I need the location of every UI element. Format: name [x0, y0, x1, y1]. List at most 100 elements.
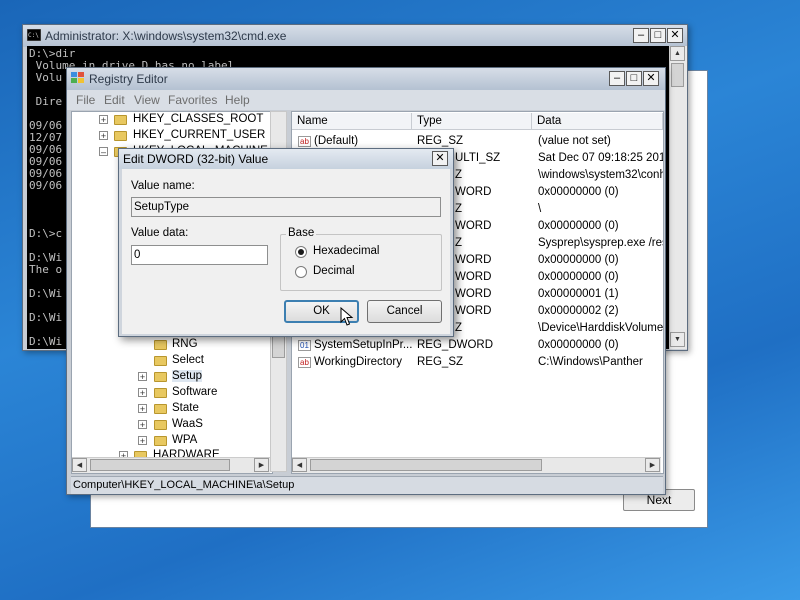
- value-data-field[interactable]: 0: [131, 245, 268, 265]
- close-icon[interactable]: ✕: [432, 151, 448, 166]
- list-hscroll-thumb[interactable]: [310, 459, 542, 471]
- cmd-scroll-thumb[interactable]: [671, 63, 684, 87]
- folder-icon: [154, 404, 167, 414]
- value-type-cell: ULTI_SZ: [455, 152, 501, 164]
- console-line: Dire: [29, 95, 63, 108]
- scroll-left-icon[interactable]: ◀: [292, 458, 307, 472]
- tree-item-rng[interactable]: RNG: [172, 338, 198, 350]
- mouse-cursor-icon: [340, 307, 354, 326]
- expand-icon[interactable]: +: [138, 420, 147, 430]
- hexadecimal-label[interactable]: Hexadecimal: [313, 245, 379, 257]
- tree-hscroll-thumb[interactable]: [90, 459, 230, 471]
- console-line: D:\Wi: [29, 335, 63, 348]
- scroll-left-icon[interactable]: ◀: [72, 458, 87, 472]
- console-line: Volu: [29, 71, 63, 84]
- string-value-icon: ab: [298, 136, 311, 147]
- scroll-down-icon[interactable]: ▼: [670, 332, 685, 347]
- console-line: 09/06: [29, 179, 63, 192]
- collapse-icon[interactable]: –: [99, 147, 108, 157]
- tree-item-hkcr[interactable]: HKEY_CLASSES_ROOT: [133, 113, 263, 125]
- folder-icon: [154, 436, 167, 446]
- value-type-cell: WORD: [455, 254, 492, 266]
- value-type-cell: REG_DWORD: [417, 339, 494, 351]
- minimize-icon[interactable]: –: [633, 28, 649, 43]
- hexadecimal-radio[interactable]: [295, 246, 307, 258]
- close-icon[interactable]: ✕: [667, 28, 683, 43]
- expand-icon[interactable]: +: [138, 388, 147, 398]
- cmd-icon: C:\: [27, 29, 41, 41]
- value-type-cell: WORD: [455, 186, 492, 198]
- folder-icon: [154, 420, 167, 430]
- folder-icon: [114, 115, 127, 125]
- dword-value-icon: 01: [298, 340, 311, 351]
- cmd-title-bar[interactable]: C:\ Administrator: X:\windows\system32\c…: [23, 25, 687, 47]
- base-groupbox: [280, 234, 442, 291]
- tree-item-software[interactable]: Software: [172, 386, 217, 398]
- value-type-cell: Z: [455, 169, 463, 181]
- status-bar: Computer\HKEY_LOCAL_MACHINE\a\Setup: [71, 476, 663, 494]
- menu-view[interactable]: View: [134, 93, 160, 107]
- expand-icon[interactable]: +: [138, 404, 147, 414]
- tree-item-state[interactable]: State: [172, 402, 199, 414]
- scroll-right-icon[interactable]: ▶: [254, 458, 269, 472]
- column-header-type[interactable]: Type: [412, 113, 532, 130]
- cancel-button[interactable]: Cancel: [367, 300, 442, 323]
- value-data-cell: (value not set): [538, 135, 611, 147]
- menu-favorites[interactable]: Favorites: [168, 93, 217, 107]
- dialog-title-bar[interactable]: Edit DWORD (32-bit) Value ✕: [119, 149, 453, 169]
- tree-item-hkcu[interactable]: HKEY_CURRENT_USER: [133, 129, 265, 141]
- tree-item-wpa[interactable]: WPA: [172, 434, 197, 446]
- dialog-body: Value name: SetupType Value data: 0 Base…: [122, 169, 450, 334]
- tree-item-setup[interactable]: Setup: [172, 370, 203, 382]
- value-data-cell: Sysprep\sysprep.exe /res: [538, 237, 664, 249]
- console-line: D:\>c: [29, 227, 63, 240]
- decimal-label[interactable]: Decimal: [313, 265, 355, 277]
- cmd-scrollbar[interactable]: ▲ ▼: [669, 46, 687, 349]
- value-type-cell: Z: [455, 322, 463, 334]
- folder-icon: [154, 388, 167, 398]
- column-header-data[interactable]: Data: [532, 113, 663, 130]
- column-header-name[interactable]: Name: [292, 113, 412, 130]
- menu-help[interactable]: Help: [225, 93, 250, 107]
- registry-title-bar[interactable]: Registry Editor – □ ✕: [67, 68, 665, 90]
- maximize-icon[interactable]: □: [650, 28, 666, 43]
- value-data-cell: C:\Windows\Panther: [538, 356, 643, 368]
- scroll-right-icon[interactable]: ▶: [645, 458, 660, 472]
- list-hscrollbar[interactable]: ◀ ▶: [292, 457, 661, 473]
- menu-edit[interactable]: Edit: [104, 93, 125, 107]
- string-value-icon: ab: [298, 357, 311, 368]
- value-type-cell: REG_SZ: [417, 135, 464, 147]
- folder-icon: [154, 356, 167, 366]
- tree-item-select[interactable]: Select: [172, 354, 204, 366]
- value-name-field[interactable]: SetupType: [131, 197, 441, 217]
- svg-text:C:\: C:\: [28, 32, 39, 39]
- close-icon[interactable]: ✕: [643, 71, 659, 86]
- value-name-cell: (Default): [314, 135, 359, 147]
- table-row[interactable]: ab WorkingDirectory REG_SZ C:\Windows\Panth…: [292, 354, 661, 371]
- value-type-cell: WORD: [455, 305, 492, 317]
- scroll-up-icon[interactable]: ▲: [670, 46, 685, 61]
- maximize-icon[interactable]: □: [626, 71, 642, 86]
- value-data-cell: 0x00000000 (0): [538, 271, 619, 283]
- decimal-radio[interactable]: [295, 266, 307, 278]
- tree-item-waas[interactable]: WaaS: [172, 418, 203, 430]
- folder-icon: [114, 131, 127, 141]
- value-name-label: Value name:: [131, 180, 195, 192]
- expand-icon[interactable]: +: [138, 372, 147, 382]
- value-data-cell: \: [538, 203, 542, 215]
- tree-hscrollbar[interactable]: ◀ ▶: [72, 457, 270, 473]
- expand-icon[interactable]: +: [99, 115, 108, 125]
- minimize-icon[interactable]: –: [609, 71, 625, 86]
- dialog-title: Edit DWORD (32-bit) Value: [123, 152, 269, 166]
- expand-icon[interactable]: +: [138, 436, 147, 446]
- menu-file[interactable]: File: [76, 93, 95, 107]
- edit-dword-dialog: Edit DWORD (32-bit) Value ✕ Value name: …: [118, 148, 454, 337]
- table-row[interactable]: 01 SystemSetupInPr... REG_DWORD 0x00000000 …: [292, 337, 661, 354]
- expand-icon[interactable]: +: [99, 131, 108, 141]
- folder-icon: [154, 340, 167, 350]
- value-type-cell: WORD: [455, 288, 492, 300]
- menu-bar: File Edit View Favorites Help: [67, 90, 665, 110]
- value-data-cell: Sat Dec 07 09:18:25 2019: [538, 152, 664, 164]
- registry-icon: [71, 72, 84, 83]
- value-data-cell: 0x00000000 (0): [538, 254, 619, 266]
